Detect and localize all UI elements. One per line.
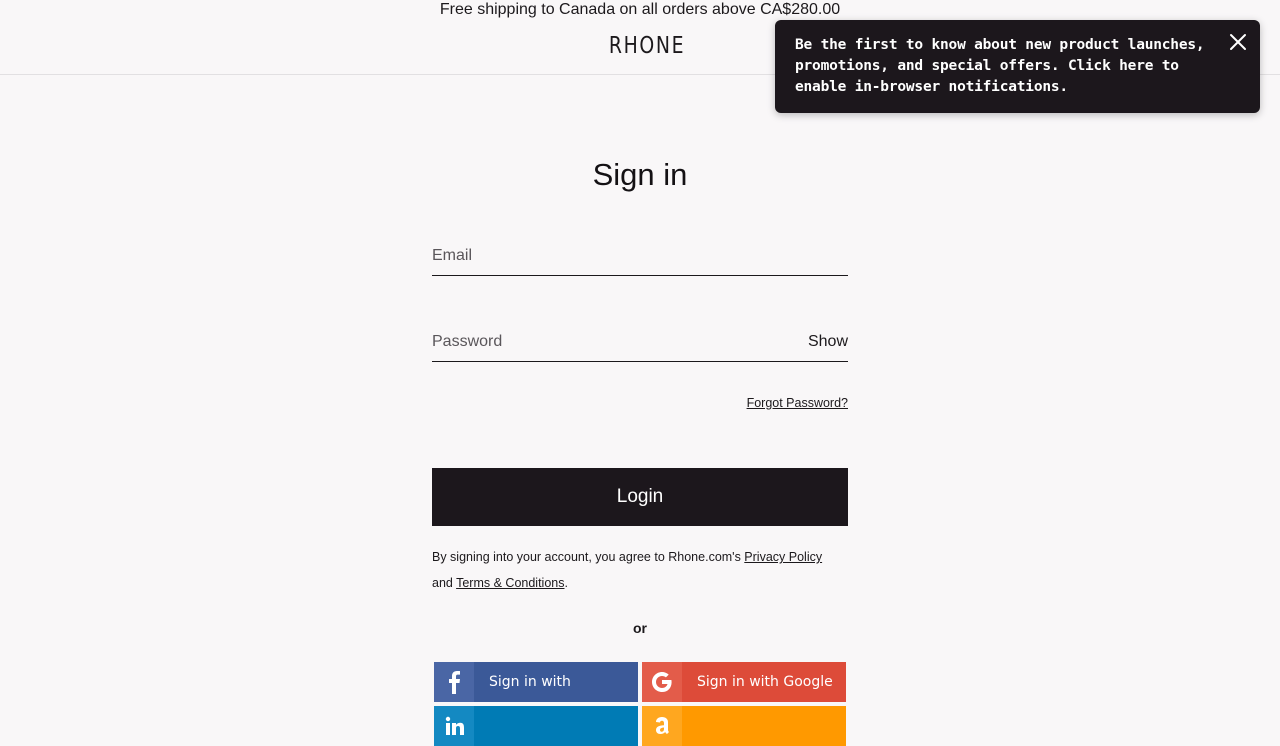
or-divider: or xyxy=(633,620,647,636)
google-icon xyxy=(642,662,682,702)
terms-link[interactable]: Terms & Conditions xyxy=(456,576,564,590)
legal-notice: By signing into your account, you agree … xyxy=(432,544,848,596)
facebook-signin-label: Sign in with xyxy=(489,674,571,690)
password-field[interactable] xyxy=(432,322,792,362)
show-password-button[interactable]: Show xyxy=(808,322,848,362)
email-field-wrapper xyxy=(432,236,848,276)
amazon-signin-button[interactable] xyxy=(642,706,846,746)
legal-prefix: By signing into your account, you agree … xyxy=(432,550,745,564)
notification-text[interactable]: Be the first to know about new product l… xyxy=(795,35,1225,98)
linkedin-signin-button[interactable] xyxy=(434,706,638,746)
email-field[interactable] xyxy=(432,236,792,276)
login-button[interactable]: Login xyxy=(432,468,848,526)
privacy-policy-link[interactable]: Privacy Policy xyxy=(744,550,822,564)
facebook-icon xyxy=(434,662,474,702)
legal-and: and xyxy=(432,576,457,590)
close-icon[interactable] xyxy=(1228,32,1248,52)
google-signin-label: Sign in with Google xyxy=(697,674,833,690)
legal-suffix: . xyxy=(564,576,568,590)
facebook-signin-button[interactable]: Sign in with xyxy=(434,662,638,702)
google-signin-button[interactable]: Sign in with Google xyxy=(642,662,846,702)
forgot-password-link[interactable]: Forgot Password? xyxy=(700,396,848,410)
password-field-wrapper: Show xyxy=(432,322,848,362)
linkedin-icon xyxy=(434,706,474,746)
notification-toast[interactable]: Be the first to know about new product l… xyxy=(775,20,1260,113)
amazon-icon xyxy=(642,706,682,746)
rhone-logo[interactable]: RHONE xyxy=(609,33,684,59)
announcement-bar: Free shipping to Canada on all orders ab… xyxy=(439,1,841,18)
page-title: Sign in xyxy=(592,157,688,192)
